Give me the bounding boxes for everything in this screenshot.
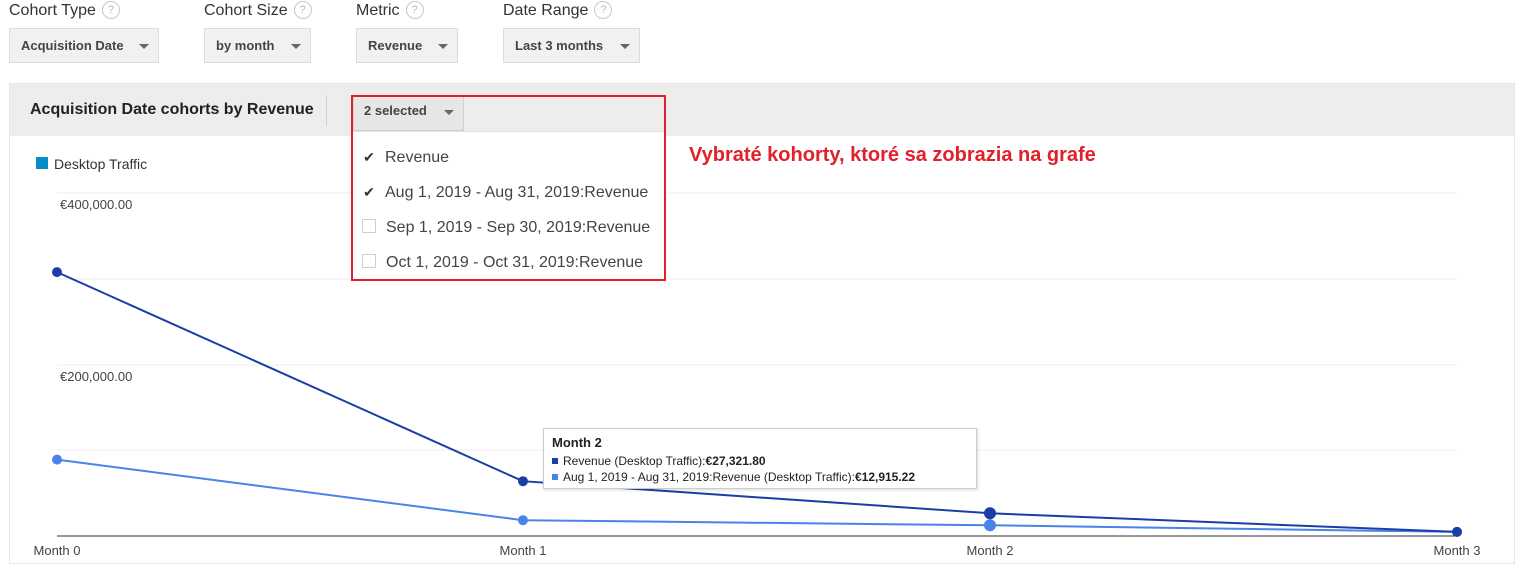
series-swatch — [552, 458, 558, 464]
x-tick-label: Month 3 — [1433, 543, 1481, 558]
y-tick-label: €400,000.00 — [60, 197, 133, 212]
data-point — [52, 267, 62, 278]
dropdown-option-revenue[interactable]: ✔ Revenue — [362, 149, 449, 167]
cohort-dropdown-menu: ✔ Revenue ✔ Aug 1, 2019 - Aug 31, 2019:Rev… — [352, 131, 664, 280]
cohort-multi-select-button[interactable]: 2 selected — [353, 96, 464, 131]
x-tick-label: Month 0 — [33, 543, 81, 558]
series-swatch — [552, 474, 558, 480]
tooltip-row: Revenue (Desktop Traffic):€27,321.80 — [552, 453, 976, 469]
data-point — [518, 476, 528, 487]
checkbox-unchecked-icon[interactable] — [362, 254, 376, 268]
dropdown-option-aug[interactable]: ✔ Aug 1, 2019 - Aug 31, 2019:Revenue — [362, 184, 648, 202]
data-point — [1452, 526, 1462, 537]
legend-label[interactable]: Desktop Traffic — [54, 156, 147, 172]
x-tick-label: Month 1 — [499, 543, 547, 558]
tooltip-title: Month 2 — [552, 435, 602, 450]
data-point — [984, 519, 996, 532]
chevron-down-icon — [444, 110, 454, 115]
checkbox-checked-icon[interactable]: ✔ — [362, 149, 376, 166]
series-line — [56, 271, 1458, 533]
dropdown-option-oct[interactable]: Oct 1, 2019 - Oct 31, 2019:Revenue — [362, 254, 643, 272]
x-tick-label: Month 2 — [966, 543, 1014, 558]
y-tick-label: €200,000.00 — [60, 369, 133, 384]
data-point — [984, 507, 996, 520]
checkbox-checked-icon[interactable]: ✔ — [362, 184, 376, 201]
chart-tooltip: Month 2 Revenue (Desktop Traffic):€27,32… — [543, 428, 977, 489]
legend-swatch — [36, 157, 48, 169]
tooltip-row: Aug 1, 2019 - Aug 31, 2019:Revenue (Desk… — [552, 469, 976, 485]
dropdown-option-sep[interactable]: Sep 1, 2019 - Sep 30, 2019:Revenue — [362, 219, 650, 237]
checkbox-unchecked-icon[interactable] — [362, 219, 376, 233]
annotation-text: Vybraté kohorty, ktoré sa zobrazia na gr… — [689, 144, 1096, 166]
data-point — [518, 515, 528, 526]
data-point — [52, 454, 62, 465]
